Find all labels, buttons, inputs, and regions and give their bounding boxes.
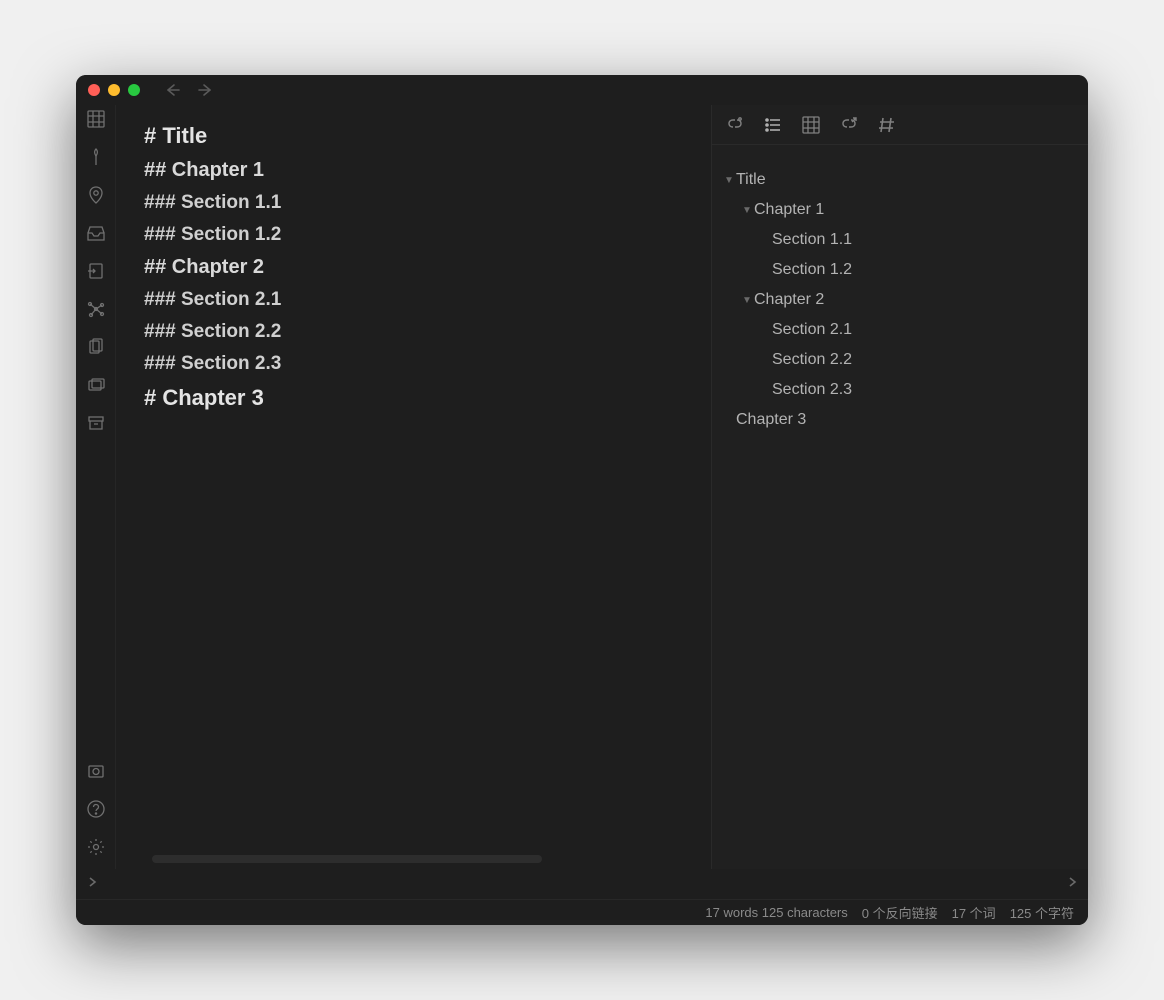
editor-line[interactable]: ### Section 2.2 [144,321,711,343]
tag-icon[interactable] [878,116,896,134]
outline-item[interactable]: ▼ Chapter 2 [720,285,1080,315]
outline-item[interactable]: Section 2.3 [720,375,1080,405]
outline-item[interactable]: Section 2.1 [720,315,1080,345]
chevron-down-icon[interactable]: ▼ [722,175,736,186]
incoming-links-icon[interactable] [726,116,744,134]
panel-collapse-row [76,869,1088,899]
outline-label: Section 2.1 [772,321,852,339]
right-panel: ▼ Title ▼ Chapter 1 Section 1.1 Section … [712,105,1088,869]
outgoing-links-icon[interactable] [840,116,858,134]
status-bar: 17 words 125 characters 0 个反向链接 17 个词 12… [76,899,1088,925]
status-chars-cn[interactable]: 125 个字符 [1010,903,1074,922]
outline-label: Section 2.2 [772,351,852,369]
help-icon[interactable] [86,799,106,819]
camera-icon[interactable] [86,761,106,781]
editor-line[interactable]: # Chapter 3 [144,385,711,411]
maximize-window-button[interactable] [128,84,140,96]
inbox-icon[interactable] [86,223,106,243]
outline-label: Chapter 3 [736,411,806,429]
location-icon[interactable] [86,185,106,205]
nav-forward-button[interactable] [198,83,214,97]
editor-line[interactable]: # Title [144,123,711,149]
outline-item[interactable]: Chapter 3 [720,405,1080,435]
outline-label: Section 2.3 [772,381,852,399]
editor-line[interactable]: ### Section 2.1 [144,289,711,311]
import-icon[interactable] [86,261,106,281]
outline-item[interactable]: Section 1.2 [720,255,1080,285]
right-panel-tabs [712,105,1088,145]
window-controls [88,84,140,96]
collapse-left-icon[interactable] [86,875,98,894]
outline-tree: ▼ Title ▼ Chapter 1 Section 1.1 Section … [712,145,1088,443]
nav-back-button[interactable] [164,83,180,97]
editor-line[interactable]: ## Chapter 2 [144,256,711,279]
collapse-right-icon[interactable] [1066,875,1078,894]
outline-item[interactable]: Section 2.2 [720,345,1080,375]
chevron-down-icon[interactable]: ▼ [740,205,754,216]
cards-icon[interactable] [86,375,106,395]
editor-pane[interactable]: # Title ## Chapter 1 ### Section 1.1 ###… [116,105,712,869]
left-ribbon [76,105,116,869]
titlebar [76,75,1088,105]
history-nav [164,83,214,97]
close-window-button[interactable] [88,84,100,96]
editor-line[interactable]: ### Section 2.3 [144,353,711,375]
editor-line[interactable]: ## Chapter 1 [144,159,711,182]
outline-item[interactable]: ▼ Title [720,165,1080,195]
chevron-down-icon[interactable]: ▼ [740,295,754,306]
horizontal-scrollbar[interactable] [152,855,542,863]
status-words-cn[interactable]: 17 个词 [952,903,996,922]
app-body: # Title ## Chapter 1 ### Section 1.1 ###… [76,105,1088,869]
outline-label: Chapter 2 [754,291,824,309]
files-icon[interactable] [86,337,106,357]
graph-icon[interactable] [86,299,106,319]
editor-line[interactable]: ### Section 1.2 [144,224,711,246]
outline-item[interactable]: Section 1.1 [720,225,1080,255]
outline-label: Section 1.2 [772,261,852,279]
status-word-char-count[interactable]: 17 words 125 characters [705,905,847,920]
table-icon[interactable] [86,109,106,129]
outline-label: Section 1.1 [772,231,852,249]
archive-icon[interactable] [86,413,106,433]
status-backlinks[interactable]: 0 个反向链接 [862,903,938,922]
editor-content[interactable]: # Title ## Chapter 1 ### Section 1.1 ###… [144,123,711,855]
editor-line[interactable]: ### Section 1.1 [144,192,711,214]
grid-icon[interactable] [802,116,820,134]
settings-icon[interactable] [86,837,106,857]
outline-label: Title [736,171,766,189]
outline-icon[interactable] [764,116,782,134]
pin-icon[interactable] [86,147,106,167]
app-window: # Title ## Chapter 1 ### Section 1.1 ###… [76,75,1088,925]
minimize-window-button[interactable] [108,84,120,96]
outline-label: Chapter 1 [754,201,824,219]
outline-item[interactable]: ▼ Chapter 1 [720,195,1080,225]
